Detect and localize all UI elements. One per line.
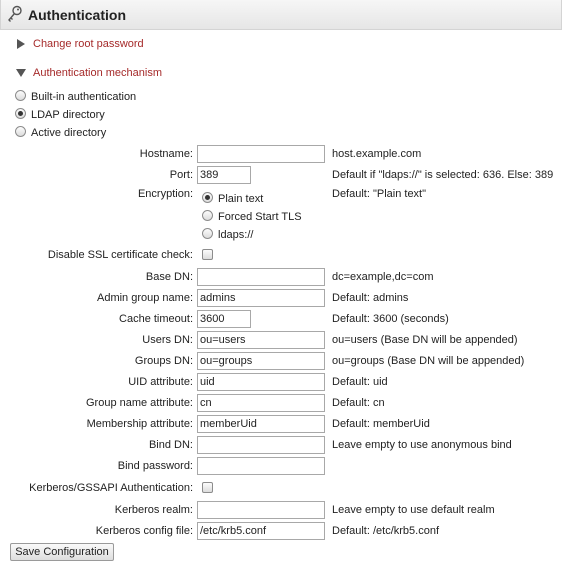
port-hint: Default if "ldaps://" is selected: 636. …: [332, 169, 554, 181]
kerberos-realm-label: Kerberos realm:: [114, 504, 193, 516]
bind-dn-hint: Leave empty to use anonymous bind: [332, 439, 512, 451]
users-dn-input[interactable]: [197, 331, 325, 349]
admin-group-input[interactable]: [197, 289, 325, 307]
radio-label: Plain text: [218, 193, 264, 205]
kerberos-realm-hint: Leave empty to use default realm: [332, 504, 495, 516]
group-name-attribute-hint: Default: cn: [332, 397, 385, 409]
admin-group-hint: Default: admins: [332, 292, 409, 304]
encryption-label: Encryption:: [137, 188, 193, 200]
group-name-attribute-label: Group name attribute:: [85, 397, 193, 409]
ssl-check-checkbox[interactable]: [202, 249, 213, 260]
section-label: Authentication mechanism: [33, 67, 163, 79]
kerberos-config-input[interactable]: [197, 522, 325, 540]
membership-attribute-input[interactable]: [197, 415, 325, 433]
uid-attribute-label: UID attribute:: [128, 376, 193, 388]
bind-password-input[interactable]: [197, 457, 325, 475]
radio-label: Built-in authentication: [31, 91, 137, 103]
encryption-hint: Default: "Plain text": [332, 188, 427, 200]
radio-label: Active directory: [31, 127, 107, 139]
groups-dn-hint: ou=groups (Base DN will be appended): [332, 355, 525, 367]
port-input[interactable]: [197, 166, 251, 184]
kerberos-realm-input[interactable]: [197, 501, 325, 519]
users-dn-label: Users DN:: [142, 334, 193, 346]
save-configuration-button[interactable]: Save Configuration: [10, 543, 114, 561]
radio-label: ldaps://: [218, 229, 254, 241]
radio-button[interactable]: [15, 90, 26, 101]
kerberos-config-hint: Default: /etc/krb5.conf: [332, 525, 439, 537]
hostname-hint: host.example.com: [332, 148, 422, 160]
groups-dn-label: Groups DN:: [134, 355, 193, 367]
uid-attribute-input[interactable]: [197, 373, 325, 391]
bind-dn-label: Bind DN:: [148, 439, 193, 451]
cache-timeout-label: Cache timeout:: [119, 313, 193, 325]
kerberos-config-label: Kerberos config file:: [95, 525, 193, 537]
port-label: Port:: [169, 169, 193, 181]
membership-attribute-label: Membership attribute:: [86, 418, 193, 430]
bind-dn-input[interactable]: [197, 436, 325, 454]
uid-attribute-hint: Default: uid: [332, 376, 388, 388]
radio-button[interactable]: [15, 108, 26, 119]
base-dn-input[interactable]: [197, 268, 325, 286]
triangle-right-icon: [17, 39, 25, 49]
radio-button[interactable]: [202, 228, 213, 239]
triangle-down-icon: [16, 69, 26, 77]
page-header: Authentication: [0, 0, 562, 30]
ssl-check-label: Disable SSL certificate check:: [47, 249, 193, 261]
radio-label: Forced Start TLS: [218, 211, 302, 223]
cache-timeout-hint: Default: 3600 (seconds): [332, 313, 449, 325]
section-label: Change root password: [33, 38, 144, 50]
radio-button[interactable]: [202, 210, 213, 221]
radio-button[interactable]: [202, 192, 213, 203]
groups-dn-input[interactable]: [197, 352, 325, 370]
base-dn-label: Base DN:: [145, 271, 193, 283]
membership-attribute-hint: Default: memberUid: [332, 418, 430, 430]
radio-label: LDAP directory: [31, 109, 105, 121]
base-dn-hint: dc=example,dc=com: [332, 271, 434, 283]
admin-group-label: Admin group name:: [97, 292, 193, 304]
cache-timeout-input[interactable]: [197, 310, 251, 328]
bind-password-label: Bind password:: [117, 460, 193, 472]
kerberos-auth-checkbox[interactable]: [202, 482, 213, 493]
group-name-attribute-input[interactable]: [197, 394, 325, 412]
radio-button[interactable]: [15, 126, 26, 137]
key-icon: [8, 5, 22, 22]
page-title: Authentication: [28, 7, 126, 23]
users-dn-hint: ou=users (Base DN will be appended): [332, 334, 518, 346]
kerberos-auth-label: Kerberos/GSSAPI Authentication:: [29, 482, 193, 494]
hostname-input[interactable]: [197, 145, 325, 163]
hostname-label: Hostname:: [139, 148, 193, 160]
